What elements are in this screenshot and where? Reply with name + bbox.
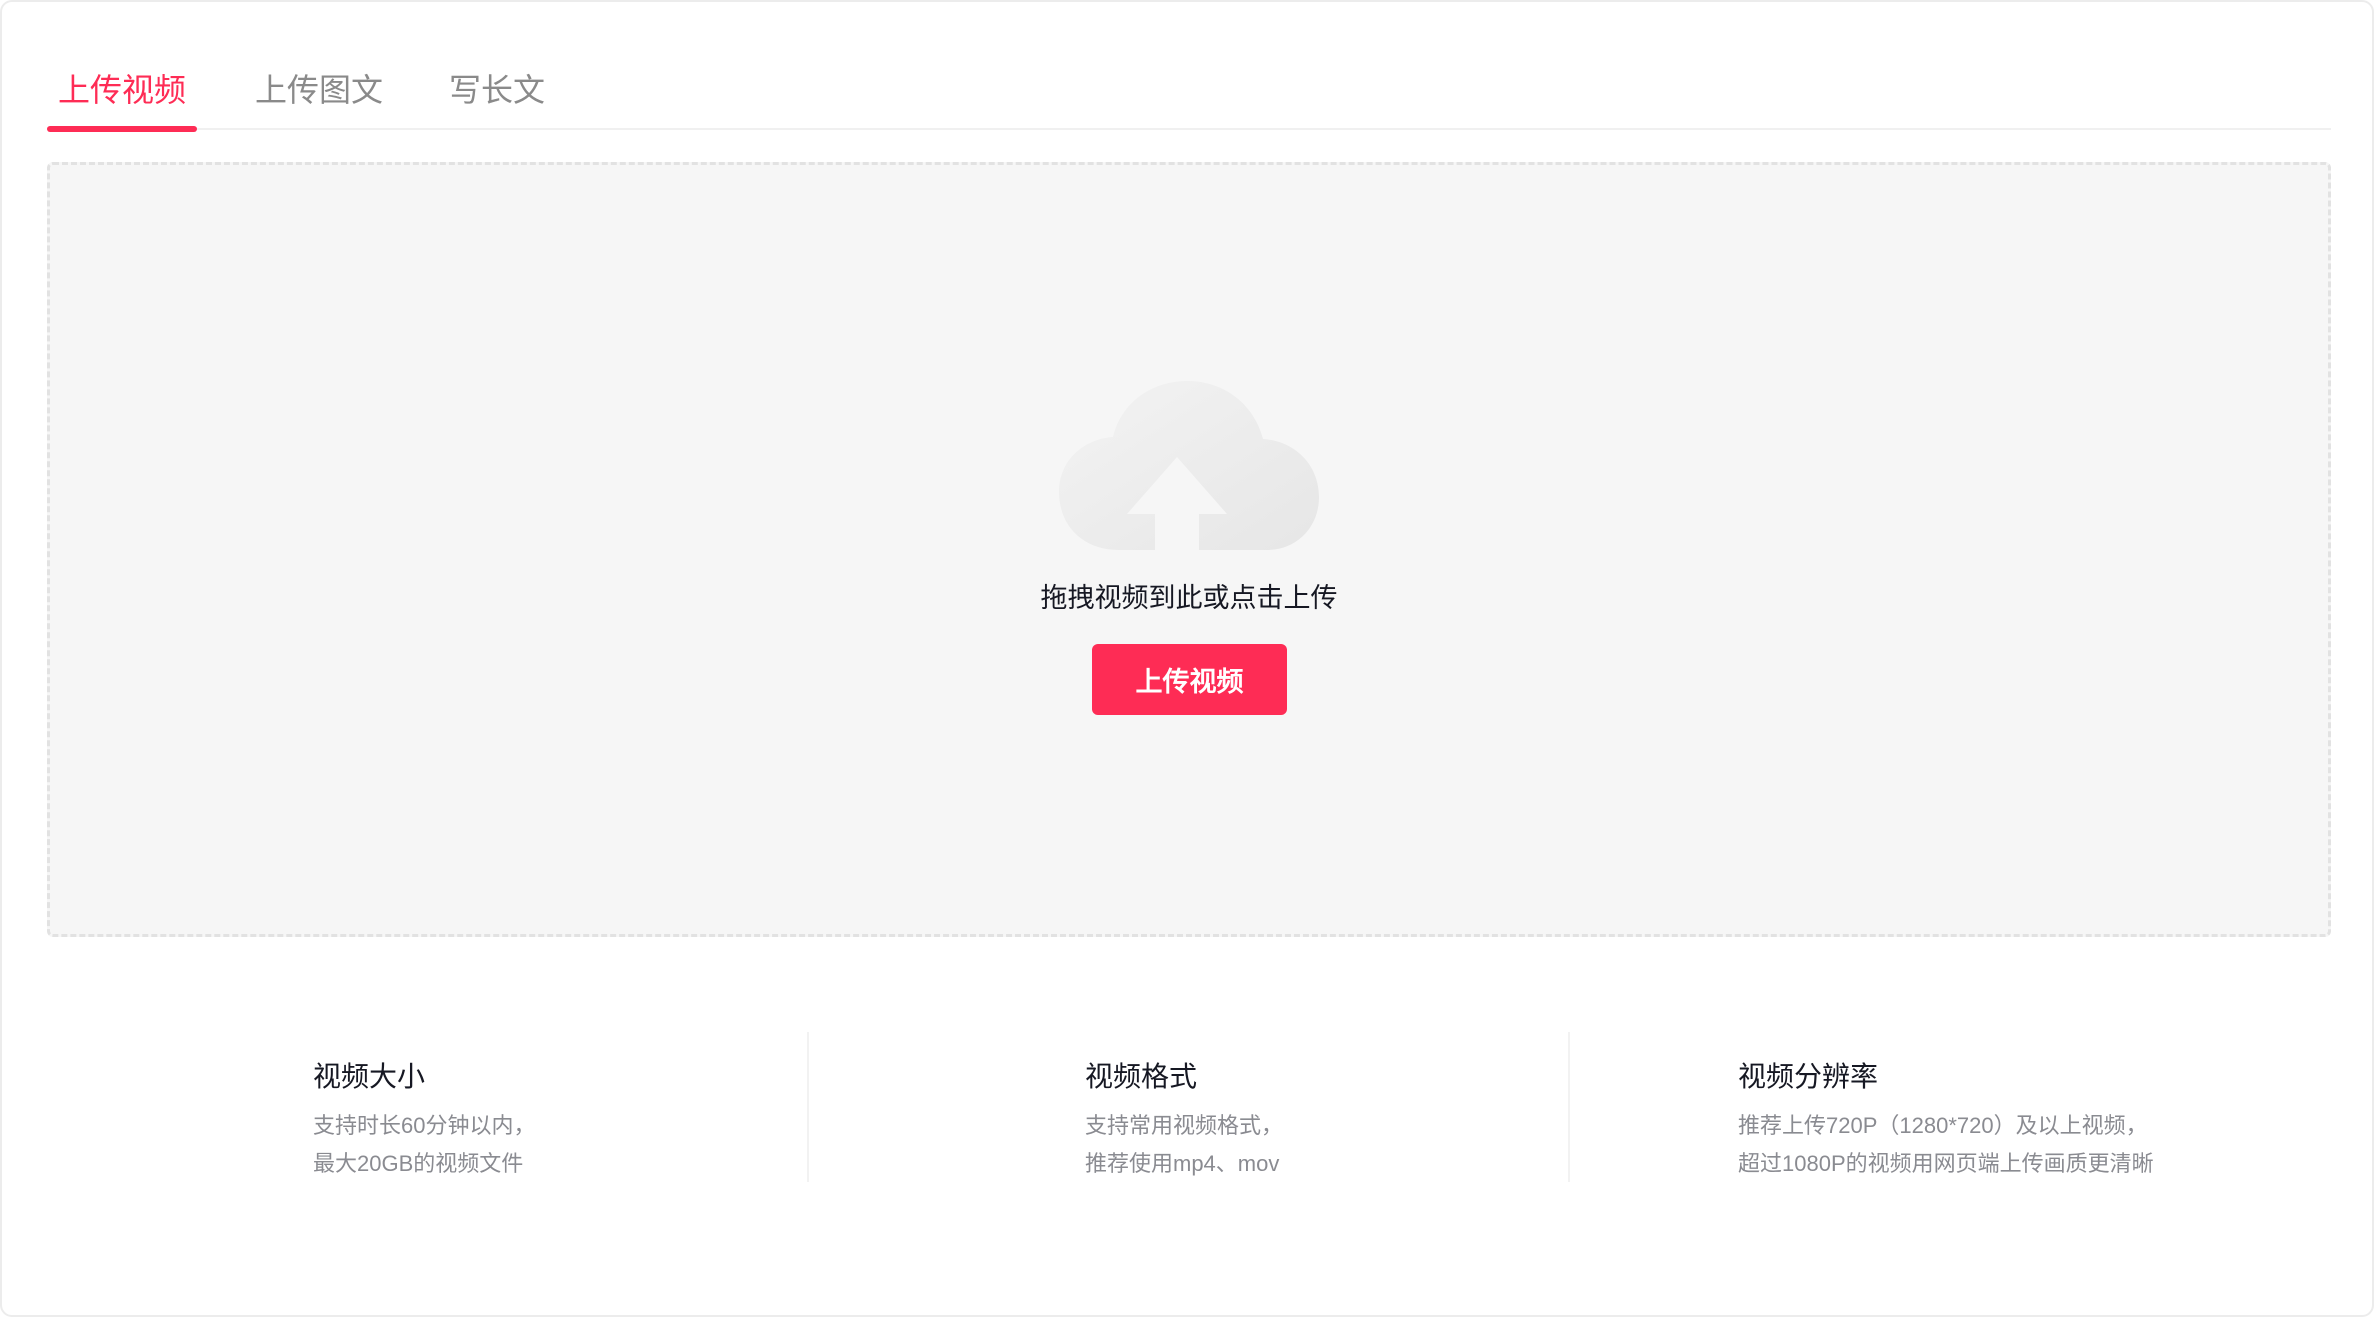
info-line: 推荐上传720P（1280*720）及以上视频， <box>1738 1113 2148 1138</box>
info-video-resolution: 视频分辨率 推荐上传720P（1280*720）及以上视频， 超过1080P的视… <box>1738 1057 2154 1183</box>
tab-upload-image-text[interactable]: 上传图文 <box>255 62 383 130</box>
tab-label: 写长文 <box>449 72 546 108</box>
active-tab-underline <box>47 126 197 132</box>
tab-label: 上传图文 <box>255 72 384 108</box>
info-title: 视频大小 <box>313 1061 426 1092</box>
tab-upload-video[interactable]: 上传视频 <box>47 62 197 132</box>
info-video-size: 视频大小 支持时长60分钟以内， 最大20GB的视频文件 <box>313 1057 535 1183</box>
tab-bar: 上传视频 上传图文 写长文 <box>47 62 2331 132</box>
info-title: 视频格式 <box>1085 1061 1198 1092</box>
info-line: 支持时长60分钟以内， <box>313 1113 536 1138</box>
cloud-upload-icon <box>1059 381 1319 550</box>
info-description: 推荐上传720P（1280*720）及以上视频， 超过1080P的视频用网页端上… <box>1738 1107 2154 1183</box>
info-description: 支持常用视频格式， 推荐使用mp4、mov <box>1085 1107 1283 1183</box>
tab-label: 上传视频 <box>57 72 186 108</box>
column-divider <box>1568 1032 1570 1182</box>
info-line: 超过1080P的视频用网页端上传画质更清晰 <box>1738 1151 2154 1176</box>
info-title: 视频分辨率 <box>1738 1061 1879 1092</box>
info-line: 最大20GB的视频文件 <box>313 1151 524 1176</box>
upload-video-button[interactable]: 上传视频 <box>1092 644 1287 715</box>
tab-write-article[interactable]: 写长文 <box>449 62 545 130</box>
info-description: 支持时长60分钟以内， 最大20GB的视频文件 <box>313 1107 535 1183</box>
info-video-format: 视频格式 支持常用视频格式， 推荐使用mp4、mov <box>1085 1057 1283 1183</box>
drop-hint-text: 拖拽视频到此或点击上传 <box>1040 583 1338 613</box>
upload-page: 上传视频 上传图文 写长文 拖拽视频到此或点击上传 上传视频 视频大小 支持时长… <box>0 0 2374 1317</box>
info-line: 推荐使用mp4、mov <box>1085 1151 1280 1176</box>
info-line: 支持常用视频格式， <box>1085 1113 1284 1138</box>
column-divider <box>807 1032 809 1182</box>
